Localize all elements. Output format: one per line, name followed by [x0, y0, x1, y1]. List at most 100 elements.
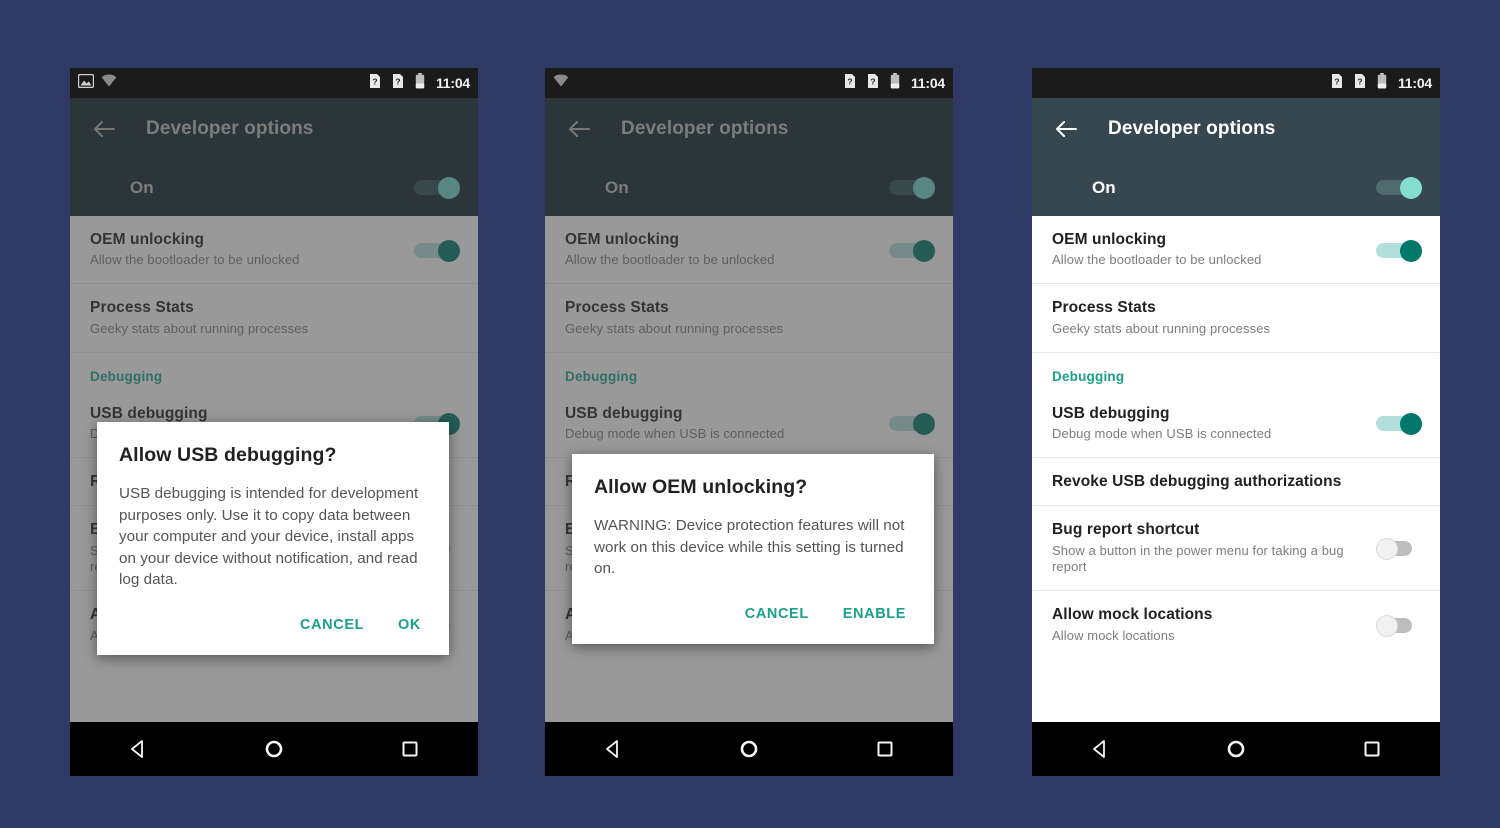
- dialog-ok-button[interactable]: OK: [398, 617, 421, 633]
- dialog-cancel-button[interactable]: CANCEL: [300, 617, 364, 633]
- wifi-icon: [101, 74, 117, 92]
- nav-recents-icon[interactable]: [1342, 729, 1402, 769]
- developer-options-master-row[interactable]: On: [70, 160, 478, 216]
- screenshot-canvas: ? ? 11:04 Developer options On Allow USB…: [0, 0, 1500, 828]
- status-bar-clock: 11:04: [435, 75, 470, 91]
- setting-row-oem-unlocking[interactable]: OEM unlocking Allow the bootloader to be…: [1032, 216, 1440, 285]
- setting-title: Revoke USB debugging authorizations: [1052, 472, 1342, 490]
- screenshot-icon: [77, 73, 95, 93]
- setting-row-process-stats[interactable]: Process Stats Geeky stats about running …: [1032, 284, 1440, 353]
- setting-row-revoke-usb-debugging[interactable]: Revoke USB debugging authorizations: [1032, 458, 1440, 507]
- settings-list-container[interactable]: OEM unlocking Allow the bootloader to be…: [1032, 216, 1440, 722]
- nav-back-icon[interactable]: [108, 729, 168, 769]
- dialog-allow-oem-unlocking: Allow OEM unlocking? WARNING: Device pro…: [572, 454, 934, 644]
- setting-subtitle: Show a button in the power menu for taki…: [1052, 542, 1344, 575]
- settings-list-container: OEM unlocking Allow the bootloader to be…: [70, 216, 478, 722]
- nav-back-icon[interactable]: [1070, 729, 1130, 769]
- master-switch[interactable]: [889, 177, 935, 199]
- navigation-bar: [545, 722, 953, 776]
- master-switch[interactable]: [414, 177, 460, 199]
- phone-panel-oem-unlocking: ? ? 11:04 Developer options On Allow OEM…: [545, 68, 953, 776]
- wifi-icon: [553, 74, 569, 92]
- app-toolbar: Developer options: [70, 98, 478, 160]
- status-bar-right-icons: ? ? 11:04: [369, 72, 470, 94]
- setting-row-allow-mock-locations[interactable]: Allow mock locations Allow mock location…: [1032, 591, 1440, 658]
- section-header-debugging: Debugging: [1052, 368, 1125, 384]
- dialog-body: USB debugging is intended for developmen…: [119, 485, 419, 589]
- developer-options-master-row[interactable]: On: [545, 160, 953, 216]
- nav-home-icon[interactable]: [244, 729, 304, 769]
- back-arrow-icon[interactable]: [86, 111, 122, 147]
- dialog-body: WARNING: Device protection features will…: [594, 517, 905, 578]
- back-arrow-icon[interactable]: [561, 111, 597, 147]
- nav-home-icon[interactable]: [719, 729, 779, 769]
- setting-title: USB debugging: [1052, 404, 1170, 422]
- back-arrow-icon[interactable]: [1048, 111, 1084, 147]
- app-toolbar: Developer options: [1032, 98, 1440, 160]
- phone-panel-usb-debugging: ? ? 11:04 Developer options On Allow USB…: [70, 68, 478, 776]
- battery-icon: [415, 72, 425, 94]
- settings-list: OEM unlocking Allow the bootloader to be…: [1032, 216, 1440, 659]
- nav-back-icon[interactable]: [583, 729, 643, 769]
- developer-options-master-row[interactable]: On: [1032, 160, 1440, 216]
- setting-subtitle: Geeky stats about running processes: [1052, 320, 1271, 336]
- status-bar: ? ? 11:04: [70, 68, 478, 98]
- status-bar: ? ? 11:04: [1032, 68, 1440, 98]
- status-bar: ? ? 11:04: [545, 68, 953, 98]
- sim-missing-icon: ?: [369, 73, 381, 94]
- status-bar-left-icons: [77, 73, 117, 93]
- setting-switch-bug-report-shortcut[interactable]: [1376, 538, 1422, 561]
- status-bar-right-icons: ? ? 11:04: [844, 72, 945, 94]
- svg-text:?: ?: [372, 76, 377, 86]
- phone-panel-developer-options: ? ? 11:04 Developer options On OEM unloc…: [1032, 68, 1440, 776]
- dialog-actions: CANCEL OK: [119, 617, 427, 645]
- nav-recents-icon[interactable]: [855, 729, 915, 769]
- app-toolbar: Developer options: [545, 98, 953, 160]
- master-switch[interactable]: [1376, 177, 1422, 199]
- dialog-title: Allow OEM unlocking?: [594, 476, 808, 498]
- battery-icon: [890, 72, 900, 94]
- sim-missing-icon: ?: [867, 73, 879, 94]
- nav-home-icon[interactable]: [1206, 729, 1266, 769]
- status-bar-right-icons: ? ? 11:04: [1331, 72, 1432, 94]
- dialog-allow-usb-debugging: Allow USB debugging? USB debugging is in…: [97, 422, 449, 655]
- dialog-actions: CANCEL ENABLE: [594, 606, 912, 634]
- status-bar-clock: 11:04: [910, 75, 945, 91]
- setting-subtitle: Allow the bootloader to be unlocked: [1052, 252, 1262, 268]
- svg-text:?: ?: [1334, 76, 1339, 86]
- sim-missing-icon: ?: [392, 73, 404, 94]
- master-switch-label: On: [1092, 178, 1116, 197]
- sim-missing-icon: ?: [1354, 73, 1366, 94]
- setting-title: OEM unlocking: [1052, 231, 1167, 248]
- dialog-title: Allow USB debugging?: [119, 444, 337, 466]
- page-title: Developer options: [1108, 118, 1276, 139]
- dialog-cancel-button[interactable]: CANCEL: [745, 606, 809, 622]
- svg-text:?: ?: [870, 76, 875, 86]
- status-bar-clock: 11:04: [1397, 75, 1432, 91]
- setting-switch-usb-debugging[interactable]: [1376, 413, 1422, 436]
- svg-text:?: ?: [847, 76, 852, 86]
- settings-list-container: OEM unlocking Allow the bootloader to be…: [545, 216, 953, 722]
- setting-title: Process Stats: [1052, 299, 1156, 317]
- svg-text:?: ?: [395, 76, 400, 86]
- setting-subtitle: Debug mode when USB is connected: [1052, 425, 1272, 441]
- master-switch-label: On: [605, 178, 629, 197]
- setting-title: Allow mock locations: [1052, 606, 1213, 624]
- setting-switch-allow-mock-locations[interactable]: [1376, 614, 1422, 637]
- setting-row-usb-debugging[interactable]: USB debugging Debug mode when USB is con…: [1032, 390, 1440, 458]
- setting-row-bug-report-shortcut[interactable]: Bug report shortcut Show a button in the…: [1032, 506, 1440, 592]
- sim-missing-icon: ?: [1331, 73, 1343, 94]
- dialog-enable-button[interactable]: ENABLE: [843, 606, 906, 622]
- setting-switch-oem-unlocking[interactable]: [1376, 239, 1422, 262]
- navigation-bar: [1032, 722, 1440, 776]
- battery-icon: [1377, 72, 1387, 94]
- setting-subtitle: Allow mock locations: [1052, 627, 1175, 643]
- page-title: Developer options: [146, 118, 314, 139]
- svg-text:?: ?: [1357, 76, 1362, 86]
- navigation-bar: [70, 722, 478, 776]
- status-bar-left-icons: [553, 74, 569, 92]
- master-switch-label: On: [130, 178, 154, 197]
- nav-recents-icon[interactable]: [380, 729, 440, 769]
- sim-missing-icon: ?: [844, 73, 856, 94]
- setting-title: Bug report shortcut: [1052, 521, 1200, 539]
